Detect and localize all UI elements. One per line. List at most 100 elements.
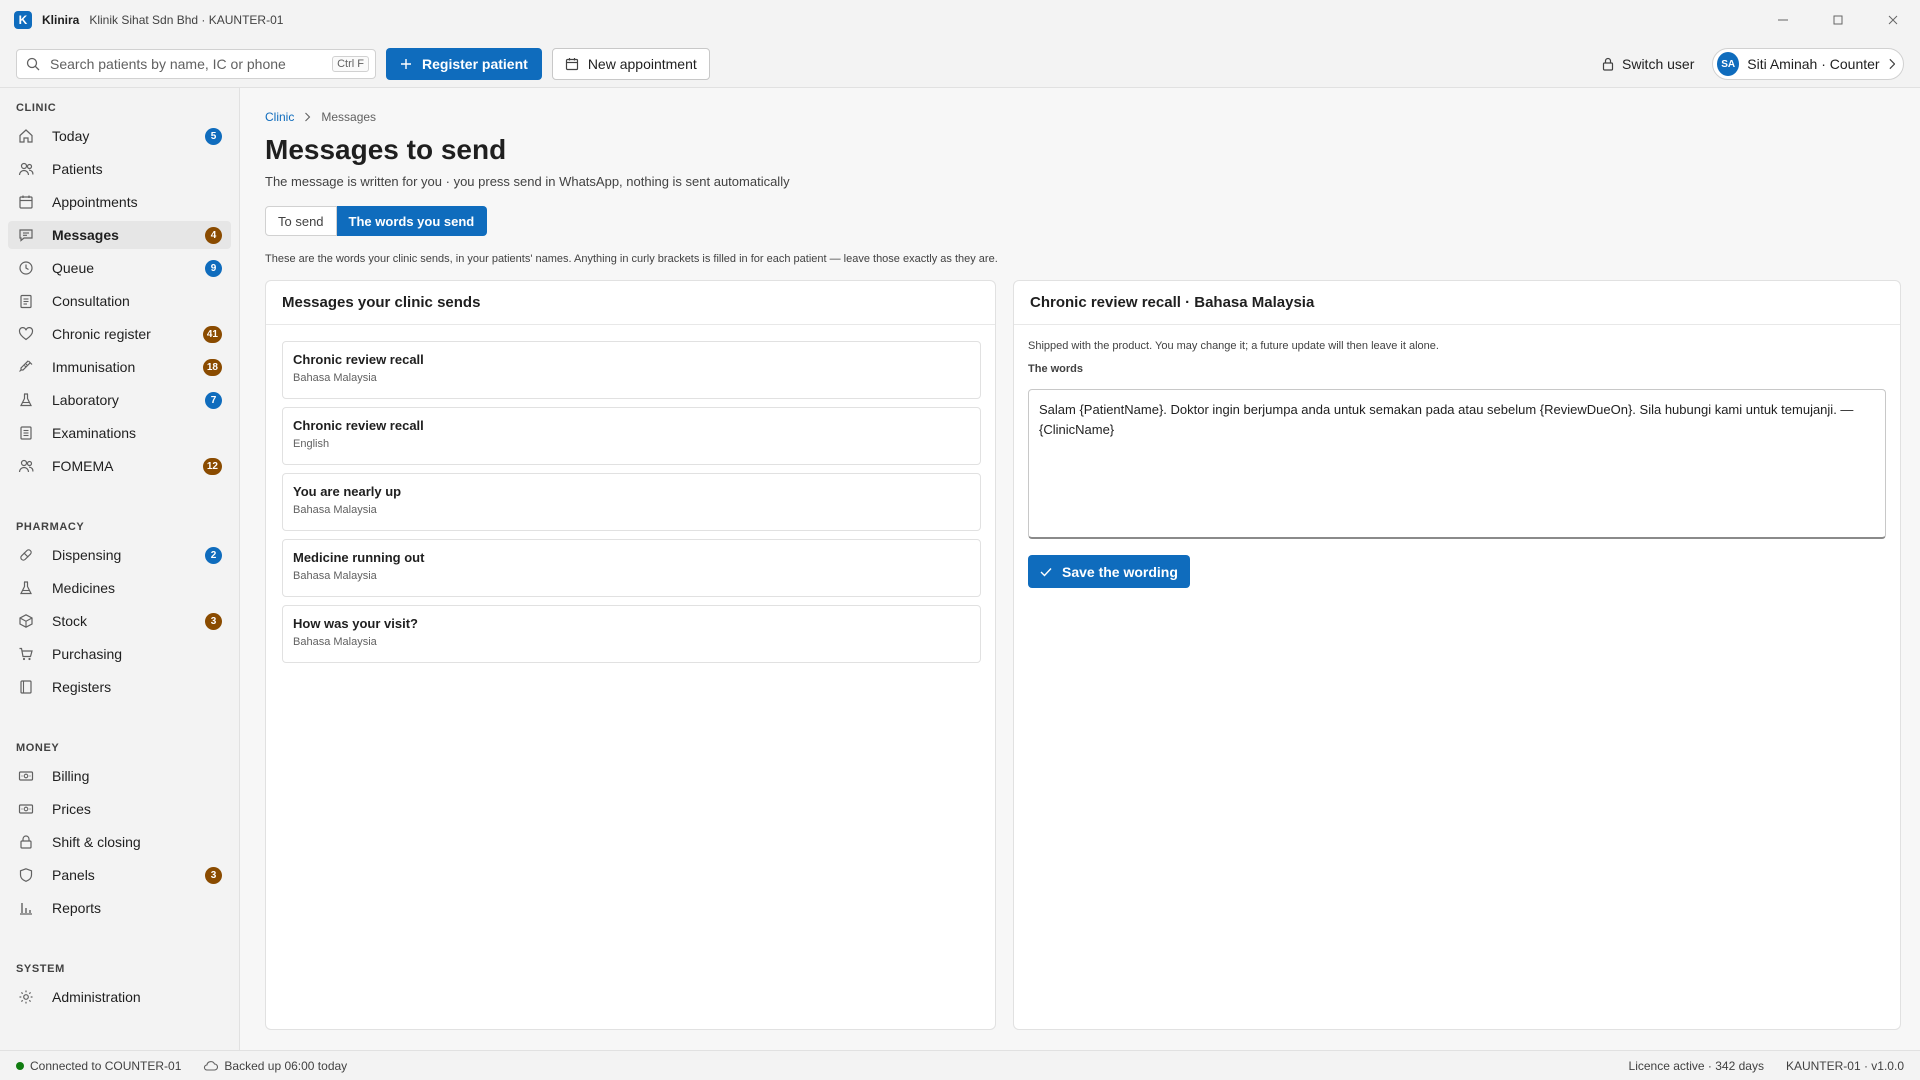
sidebar-item-queue[interactable]: Queue 9 xyxy=(8,254,231,282)
sidebar-item-examinations[interactable]: Examinations xyxy=(8,419,231,447)
flask-icon xyxy=(18,392,34,408)
sidebar-item-label: Immunisation xyxy=(52,359,136,375)
sidebar-item-label: Reports xyxy=(52,900,102,916)
title-bar: K Klinira Klinik Sihat Sdn Bhd · KAUNTER… xyxy=(0,0,1920,40)
template-name: How was your visit? xyxy=(293,616,418,631)
sidebar-item-label: Queue xyxy=(52,260,95,276)
sidebar-item-prices[interactable]: Prices xyxy=(8,795,231,823)
sidebar-item-label: Panels xyxy=(52,867,95,883)
sidebar-item-label: Examinations xyxy=(52,425,137,441)
sidebar-item-label: Purchasing xyxy=(52,646,123,662)
maximize-button[interactable] xyxy=(1810,0,1865,40)
template-item[interactable]: How was your visit? Bahasa Malaysia xyxy=(282,605,981,663)
connection-status-dot xyxy=(16,1061,24,1070)
sidebar-item-label: Billing xyxy=(52,768,90,784)
money-icon xyxy=(18,801,34,817)
sidebar-item-shift-and-closing[interactable]: Shift & closing xyxy=(8,828,231,856)
sidebar-item-purchasing[interactable]: Purchasing xyxy=(8,640,231,668)
template-language: English xyxy=(293,438,330,450)
sidebar-item-laboratory[interactable]: Laboratory 7 xyxy=(8,386,231,414)
save-wording-button[interactable]: Save the wording xyxy=(1028,555,1190,588)
main-content: Clinic Messages Messages to send The mes… xyxy=(241,88,1920,1050)
templates-card: Messages your clinic sends Chronic revie… xyxy=(265,280,996,1030)
search-input[interactable] xyxy=(50,55,333,72)
template-item[interactable]: You are nearly up Bahasa Malaysia xyxy=(282,473,981,531)
count-badge: 12 xyxy=(202,458,222,475)
editor-card: Chronic review recall · Bahasa Malaysia … xyxy=(1013,280,1901,1030)
breadcrumb: Clinic Messages xyxy=(265,110,376,124)
lock-icon xyxy=(18,834,34,850)
count-badge: 4 xyxy=(205,227,222,244)
sidebar-item-stock[interactable]: Stock 3 xyxy=(8,607,231,635)
editor-title: Chronic review recall · Bahasa Malaysia xyxy=(1014,281,1900,325)
sidebar-item-label: Stock xyxy=(52,613,88,629)
sidebar-item-patients[interactable]: Patients xyxy=(8,155,231,183)
sidebar-item-administration[interactable]: Administration xyxy=(8,983,231,1011)
tab-words-you-send[interactable]: The words you send xyxy=(336,206,488,236)
search-box[interactable]: Ctrl F xyxy=(16,48,376,79)
template-item[interactable]: Chronic review recall Bahasa Malaysia xyxy=(282,341,981,399)
count-badge: 3 xyxy=(205,867,222,884)
breadcrumb-clinic[interactable]: Clinic xyxy=(265,110,294,124)
sidebar-item-label: Shift & closing xyxy=(52,834,141,850)
sidebar-item-reports[interactable]: Reports xyxy=(8,894,231,922)
shield-icon xyxy=(18,867,34,883)
register-patient-button[interactable]: Register patient xyxy=(386,47,542,80)
template-language: Bahasa Malaysia xyxy=(293,636,377,648)
syringe-icon xyxy=(18,359,34,375)
register-patient-label: Register patient xyxy=(422,55,528,72)
tab-to-send[interactable]: To send xyxy=(265,206,337,236)
plus-icon xyxy=(401,58,411,69)
sidebar-item-chronic-register[interactable]: Chronic register 41 xyxy=(8,320,231,348)
sidebar-item-panels[interactable]: Panels 3 xyxy=(8,861,231,889)
sidebar-item-today[interactable]: Today 5 xyxy=(8,122,231,150)
sidebar-item-consultation[interactable]: Consultation xyxy=(8,287,231,315)
search-shortcut: Ctrl F xyxy=(332,55,369,72)
count-badge: 18 xyxy=(202,359,222,376)
tab-group: To send The words you send xyxy=(265,206,488,236)
sidebar-item-medicines[interactable]: Medicines xyxy=(8,574,231,602)
sidebar-item-fomema[interactable]: FOMEMA 12 xyxy=(8,452,231,480)
book-icon xyxy=(18,679,34,695)
template-name: Chronic review recall xyxy=(293,418,424,433)
sidebar-item-appointments[interactable]: Appointments xyxy=(8,188,231,216)
window-controls xyxy=(1755,0,1920,40)
calendar-icon xyxy=(565,57,578,70)
template-item[interactable]: Chronic review recall English xyxy=(282,407,981,465)
chevron-right-icon xyxy=(305,112,311,122)
sidebar-item-label: Dispensing xyxy=(52,547,122,563)
close-button[interactable] xyxy=(1865,0,1920,40)
toolbar: Ctrl F Register patient New appointment … xyxy=(0,40,1920,88)
sidebar-item-billing[interactable]: Billing xyxy=(8,762,231,790)
people-icon xyxy=(18,458,34,474)
count-badge: 41 xyxy=(202,326,222,343)
sidebar-item-label: Prices xyxy=(52,801,91,817)
user-name: Siti Aminah · Counter xyxy=(1747,56,1880,72)
clinic-name: Klinik Sihat Sdn Bhd · KAUNTER-01 xyxy=(89,13,284,27)
words-textarea[interactable]: Salam {PatientName}. Doktor ingin berjum… xyxy=(1028,389,1886,539)
template-name: You are nearly up xyxy=(293,484,402,499)
minimize-button[interactable] xyxy=(1755,0,1810,40)
sidebar-item-label: Appointments xyxy=(52,194,138,210)
words-label: The words xyxy=(1028,363,1084,375)
heart-icon xyxy=(18,326,34,342)
user-menu[interactable]: SA Siti Aminah · Counter xyxy=(1712,48,1904,80)
avatar: SA xyxy=(1717,52,1740,76)
sidebar-item-dispensing[interactable]: Dispensing 2 xyxy=(8,541,231,569)
sidebar-item-label: Administration xyxy=(52,989,141,1005)
sidebar-item-immunisation[interactable]: Immunisation 18 xyxy=(8,353,231,381)
switch-user-button[interactable]: Switch user xyxy=(1596,48,1700,80)
page-subtitle: The message is written for you · you pre… xyxy=(265,174,790,189)
sidebar-item-messages[interactable]: Messages 4 xyxy=(8,221,231,249)
chat-icon xyxy=(18,227,34,243)
nav-section-clinic: CLINIC xyxy=(16,102,57,114)
sidebar-item-registers[interactable]: Registers xyxy=(8,673,231,701)
template-language: Bahasa Malaysia xyxy=(293,570,377,582)
new-appointment-button[interactable]: New appointment xyxy=(551,47,710,80)
pill-icon xyxy=(18,547,34,563)
cloud-icon xyxy=(204,1061,219,1071)
template-item[interactable]: Medicine running out Bahasa Malaysia xyxy=(282,539,981,597)
chevron-right-icon xyxy=(1889,58,1895,70)
close-icon xyxy=(1888,15,1897,25)
switch-user-label: Switch user xyxy=(1622,56,1695,72)
